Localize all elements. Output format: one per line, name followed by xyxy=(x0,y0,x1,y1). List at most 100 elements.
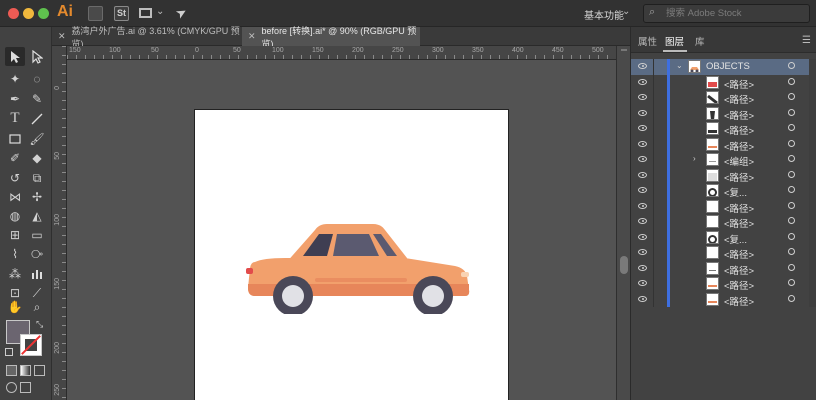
layer-name[interactable]: <路径> xyxy=(724,201,754,215)
magic-wand-tool-icon[interactable]: ✦ xyxy=(5,69,25,88)
layer-row[interactable]: <路径> xyxy=(631,245,816,261)
lock-column[interactable] xyxy=(653,183,654,199)
stroke-color-swatch[interactable] xyxy=(20,334,42,356)
width-tool-icon[interactable]: ⋈ xyxy=(5,187,25,206)
layer-row[interactable]: <路径> xyxy=(631,214,816,230)
target-icon[interactable] xyxy=(788,124,795,131)
layer-name[interactable]: <复... xyxy=(724,232,747,246)
workspace-chevron-down-icon[interactable]: ⌄ xyxy=(622,6,630,17)
bridge-icon[interactable] xyxy=(88,6,103,21)
eye-icon[interactable] xyxy=(638,78,647,85)
selection-column[interactable] xyxy=(809,183,816,199)
layer-row[interactable]: <路径> xyxy=(631,105,816,122)
selection-column[interactable] xyxy=(809,229,816,245)
layer-row[interactable]: <路径> xyxy=(631,90,816,106)
shape-builder-tool-icon[interactable]: ◍ xyxy=(5,206,25,225)
selection-column[interactable] xyxy=(809,198,816,214)
target-icon[interactable] xyxy=(788,155,795,162)
layer-row[interactable]: › <编组> xyxy=(631,152,816,168)
target-icon[interactable] xyxy=(788,263,795,271)
layer-name[interactable]: <路径> xyxy=(724,263,754,277)
tab-outdoor-ad-document[interactable]: ✕ 荔湾户外广告.ai @ 3.61% (CMYK/GPU 预览) xyxy=(52,26,240,49)
lock-column[interactable] xyxy=(653,167,654,183)
layer-name[interactable]: <路径> xyxy=(724,294,754,308)
lock-column[interactable] xyxy=(653,74,654,90)
target-icon[interactable] xyxy=(788,232,795,240)
gpu-performance-icon[interactable]: ➤ xyxy=(173,3,190,22)
gradient-tool-icon[interactable]: ▭ xyxy=(27,225,47,244)
target-icon[interactable] xyxy=(788,77,795,85)
layer-name[interactable]: <路径> xyxy=(724,278,754,292)
target-icon[interactable] xyxy=(788,294,795,302)
eye-icon[interactable] xyxy=(638,109,647,116)
lock-column[interactable] xyxy=(653,214,654,230)
curvature-tool-icon[interactable]: ✎ xyxy=(27,89,47,108)
close-icon[interactable]: ✕ xyxy=(58,31,66,42)
eye-icon[interactable] xyxy=(638,218,647,224)
layer-row[interactable]: <路径> xyxy=(631,276,816,292)
eye-icon[interactable] xyxy=(638,63,647,69)
selection-column[interactable] xyxy=(809,59,816,75)
gradient-mode-icon[interactable] xyxy=(20,365,31,376)
arrange-chevron-down-icon[interactable]: ⌄ xyxy=(156,6,164,17)
car-illustration[interactable] xyxy=(245,218,471,314)
layer-row[interactable]: <复... xyxy=(631,229,816,246)
hand-tool-icon[interactable]: ✋ xyxy=(5,297,25,316)
lock-column[interactable] xyxy=(653,90,654,106)
workspace-switcher[interactable]: 基本功能 xyxy=(584,7,624,22)
layer-name[interactable]: <路径> xyxy=(724,108,754,122)
line-segment-tool-icon[interactable] xyxy=(27,109,47,128)
rotate-tool-icon[interactable]: ↺ xyxy=(5,168,25,187)
lock-column[interactable] xyxy=(653,276,654,292)
color-mode-icon[interactable] xyxy=(6,365,17,376)
lock-column[interactable] xyxy=(653,136,654,152)
chevron-right-icon[interactable]: › xyxy=(693,154,696,163)
lock-column[interactable] xyxy=(653,291,654,307)
arrange-documents-icon[interactable] xyxy=(139,8,152,18)
rectangle-tool-icon[interactable] xyxy=(5,129,25,148)
selection-column[interactable] xyxy=(809,167,816,183)
selection-column[interactable] xyxy=(809,105,816,121)
layer-name[interactable]: <路径> xyxy=(724,247,754,261)
column-graph-tool-icon[interactable] xyxy=(27,264,47,283)
eye-icon[interactable] xyxy=(638,280,647,286)
layer-row[interactable]: <路径> xyxy=(631,167,816,184)
panel-menu-icon[interactable]: ☰ xyxy=(802,35,811,46)
type-tool-icon[interactable]: T xyxy=(5,109,25,128)
eyedropper-tool-icon[interactable]: ⌇ xyxy=(5,244,25,263)
layer-name[interactable]: <路径> xyxy=(724,77,754,91)
selection-column[interactable] xyxy=(809,214,816,230)
maximize-window-button[interactable] xyxy=(38,8,49,19)
symbol-sprayer-tool-icon[interactable]: ⁂ xyxy=(5,264,25,283)
layer-name[interactable]: <路径> xyxy=(724,139,754,153)
tab-before-document[interactable]: ✕ before [转换].ai* @ 90% (RGB/GPU 预览) xyxy=(242,26,420,49)
target-icon[interactable] xyxy=(788,186,795,193)
eye-icon[interactable] xyxy=(638,94,647,100)
lasso-tool-icon[interactable]: ◌ xyxy=(27,69,47,88)
lock-column[interactable] xyxy=(653,105,654,121)
layer-row[interactable]: <路径> xyxy=(631,74,816,91)
layer-name[interactable]: <编组> xyxy=(724,154,754,168)
draw-normal-icon[interactable] xyxy=(6,382,17,393)
selection-tool-icon[interactable] xyxy=(5,47,25,66)
lock-column[interactable] xyxy=(653,59,654,75)
shaper-tool-icon[interactable]: ✐ xyxy=(5,148,25,167)
selection-column[interactable] xyxy=(809,245,816,261)
zoom-tool-icon[interactable]: ⌕ xyxy=(27,297,47,316)
layer-name[interactable]: <路径> xyxy=(724,92,754,106)
lock-column[interactable] xyxy=(653,260,654,276)
selection-column[interactable] xyxy=(809,276,816,292)
swap-fill-stroke-icon[interactable]: ⤡ xyxy=(36,319,43,330)
tab-properties[interactable]: 属性 xyxy=(638,34,657,48)
selection-column[interactable] xyxy=(809,291,816,307)
artboard[interactable] xyxy=(194,109,509,400)
eye-icon[interactable] xyxy=(638,233,647,240)
layer-name[interactable]: <复... xyxy=(724,185,747,199)
horizontal-ruler[interactable]: 150 100 50 0 50 100 150 200 250 300 350 … xyxy=(67,46,630,60)
selection-column[interactable] xyxy=(809,152,816,168)
lock-column[interactable] xyxy=(653,121,654,137)
target-icon[interactable] xyxy=(788,108,795,116)
pen-tool-icon[interactable]: ✒ xyxy=(5,89,25,108)
layer-row[interactable]: <路径> xyxy=(631,136,816,153)
mesh-tool-icon[interactable]: ⊞ xyxy=(5,225,25,244)
